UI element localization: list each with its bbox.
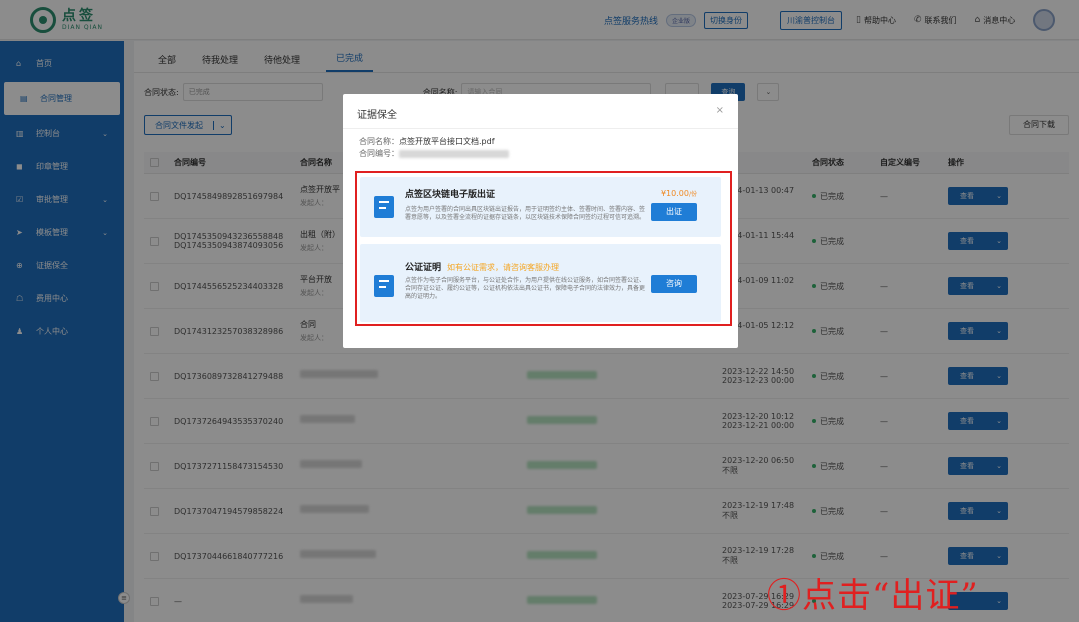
instruction-annotation: ①点击“出证”: [767, 576, 979, 616]
contract-name-value: 点签开放平台接口文档.pdf: [399, 137, 495, 146]
modal-divider: [343, 128, 738, 129]
highlight-box: [355, 171, 732, 326]
modal-title: 证据保全: [357, 110, 397, 121]
close-icon[interactable]: ×: [716, 105, 724, 116]
contract-name-label: 合同名称：: [359, 137, 399, 146]
contract-no-redacted: [399, 149, 509, 158]
contract-no-label: 合同编号：: [359, 149, 399, 158]
contract-info: 合同名称：点签开放平台接口文档.pdf 合同编号：: [359, 136, 509, 160]
